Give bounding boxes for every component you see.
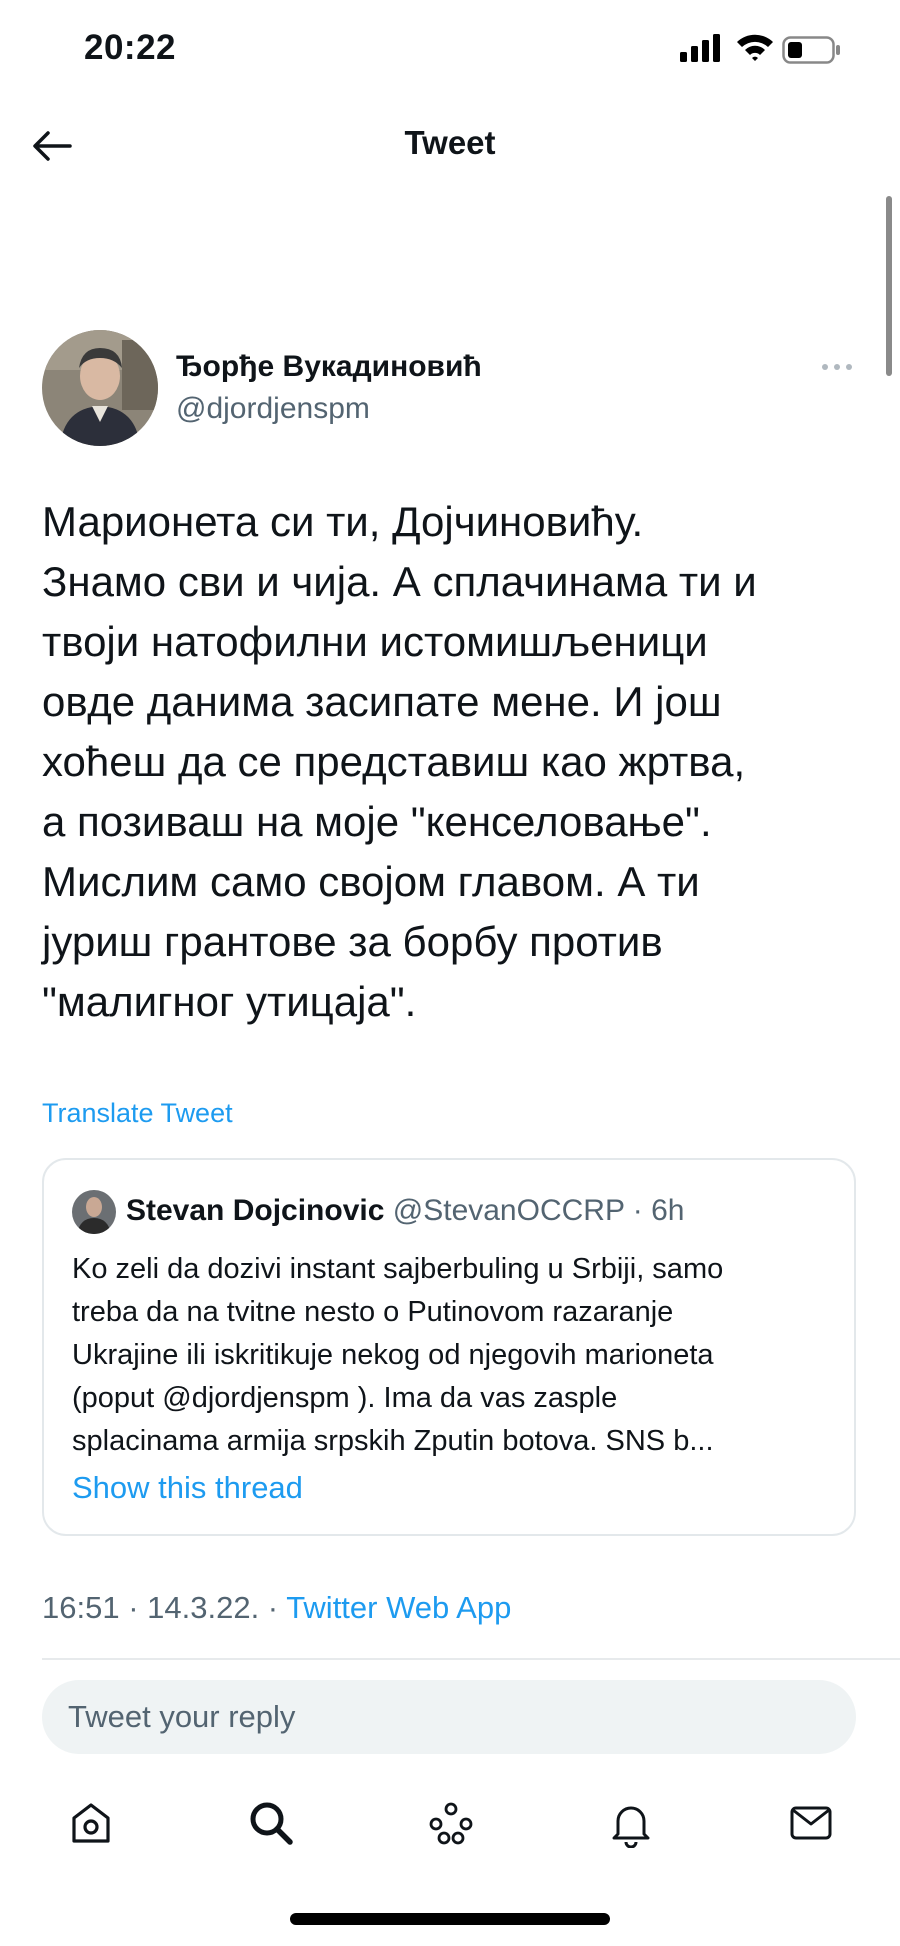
dot-separator: · (259, 1590, 287, 1625)
quoted-header: Stevan Dojcinovic @StevanOCCRP · 6h (126, 1194, 684, 1228)
show-thread-link[interactable]: Show this thread (72, 1470, 303, 1506)
status-time: 20:22 (84, 28, 177, 67)
quoted-time-ago: 6h (651, 1194, 685, 1227)
quoted-author-name: Stevan Dojcinovic (126, 1194, 385, 1227)
quoted-author-avatar (72, 1190, 116, 1234)
spaces-icon[interactable] (426, 1798, 476, 1848)
cellular-signal-icon (680, 34, 720, 62)
tweet-source-link[interactable]: Twitter Web App (286, 1590, 511, 1625)
notifications-icon[interactable] (606, 1798, 656, 1848)
page-title: Tweet (404, 124, 496, 161)
dot-separator: · (624, 1194, 652, 1227)
scrollbar (886, 196, 892, 376)
author-avatar[interactable] (42, 330, 158, 446)
reply-input[interactable] (42, 1680, 856, 1754)
home-icon[interactable] (66, 1798, 116, 1848)
tweet-text: Марионета си ти, Дојчиновићу. Знамо сви … (42, 498, 757, 1025)
divider (42, 1658, 900, 1660)
wifi-icon (737, 34, 773, 61)
tweet-date: 14.3.22. (147, 1590, 260, 1625)
messages-icon[interactable] (786, 1798, 836, 1848)
quoted-tweet-text: Ko zeli da dozivi instant sajberbuling u… (72, 1253, 724, 1457)
quoted-author-handle: @StevanOCCRP (392, 1194, 625, 1227)
translate-tweet-link[interactable]: Translate Tweet (42, 1098, 233, 1129)
author-handle[interactable]: @djordjenspm (176, 392, 370, 426)
dot-separator: · (119, 1590, 148, 1625)
battery-icon (782, 36, 840, 64)
author-name[interactable]: Ђорђе Вукадиновић (176, 350, 482, 384)
search-icon[interactable] (246, 1798, 296, 1848)
home-indicator (290, 1913, 610, 1925)
tweet-meta: 16:51 · 14.3.22. · Twitter Web App (42, 1590, 511, 1626)
more-options-icon[interactable] (820, 352, 854, 382)
quoted-tweet-card[interactable]: Stevan Dojcinovic @StevanOCCRP · 6h Ko z… (42, 1158, 856, 1536)
tweet-time: 16:51 (42, 1590, 120, 1625)
